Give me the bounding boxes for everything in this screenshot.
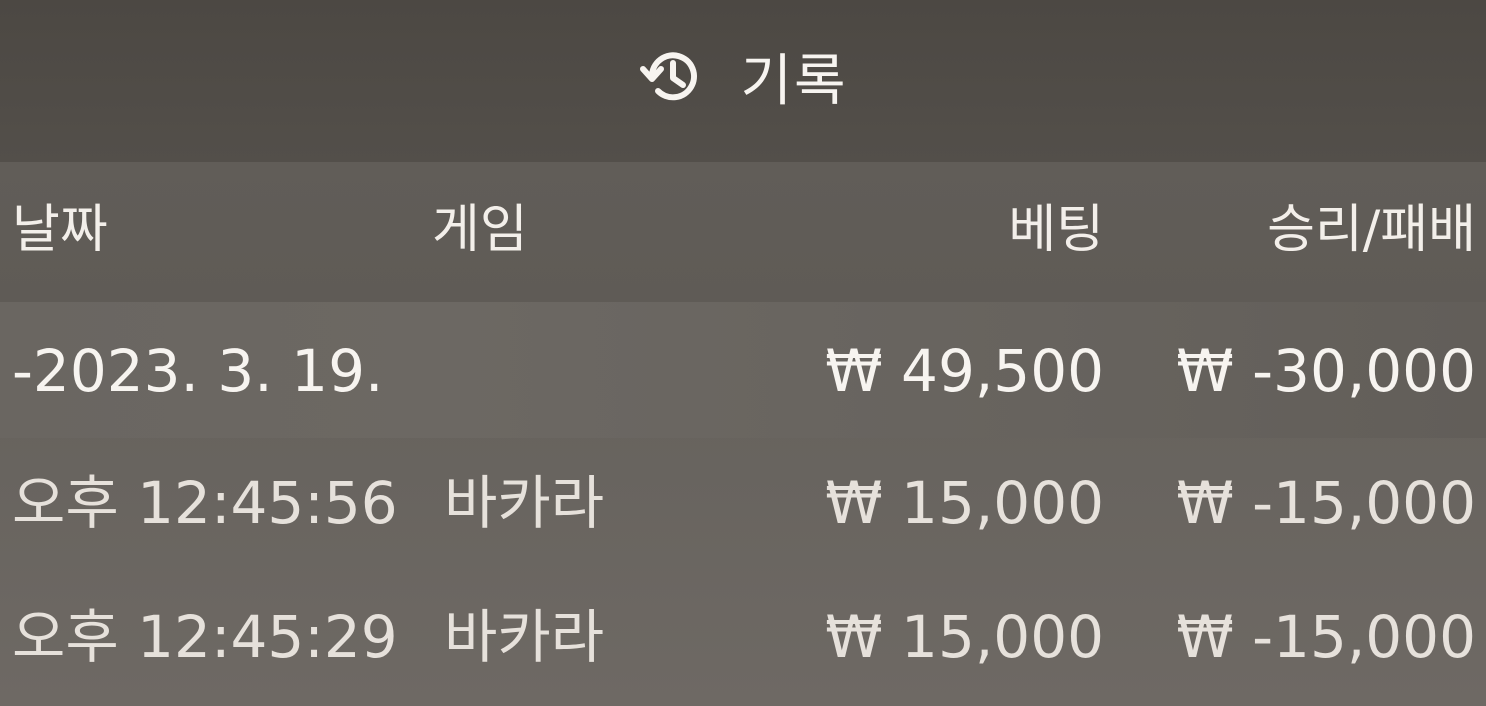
history-header: 기록 [0,0,1486,162]
column-header-bet[interactable]: 베팅 [1008,204,1104,256]
table-row[interactable]: 오후 12:45:56 바카라 ₩ 15,000 ₩ -15,000 [0,438,1486,572]
column-header-game[interactable]: 게임 [432,204,528,256]
summary-result: ₩ -30,000 [1176,337,1476,405]
header-title-group: 기록 [638,36,847,117]
row-bet: ₩ 15,000 [825,603,1104,671]
row-result: ₩ -15,000 [1176,469,1476,537]
summary-bet: ₩ 49,500 [825,337,1104,405]
row-game: 바카라 [444,469,605,537]
row-game: 바카라 [444,603,605,671]
date-summary-row[interactable]: -2023. 3. 19. ₩ 49,500 ₩ -30,000 [0,302,1486,438]
table-header-row: 날짜 게임 베팅 승리/패배 [0,162,1486,302]
row-bet: ₩ 15,000 [825,469,1104,537]
history-table: 날짜 게임 베팅 승리/패배 -2023. 3. 19. ₩ 49,500 ₩ … [0,162,1486,706]
table-row[interactable]: 오후 12:45:29 바카라 ₩ 15,000 ₩ -15,000 [0,572,1486,706]
page-title: 기록 [740,48,848,114]
row-time: 오후 12:45:29 [12,603,398,671]
column-header-result[interactable]: 승리/패배 [1267,204,1476,256]
summary-date: -2023. 3. 19. [12,337,384,405]
history-screen: 기록 날짜 게임 베팅 승리/패배 -2023. 3. 19. ₩ 49,500… [0,0,1486,706]
history-icon [640,52,698,101]
column-header-date[interactable]: 날짜 [12,204,108,256]
row-result: ₩ -15,000 [1176,603,1476,671]
row-time: 오후 12:45:56 [12,469,398,537]
